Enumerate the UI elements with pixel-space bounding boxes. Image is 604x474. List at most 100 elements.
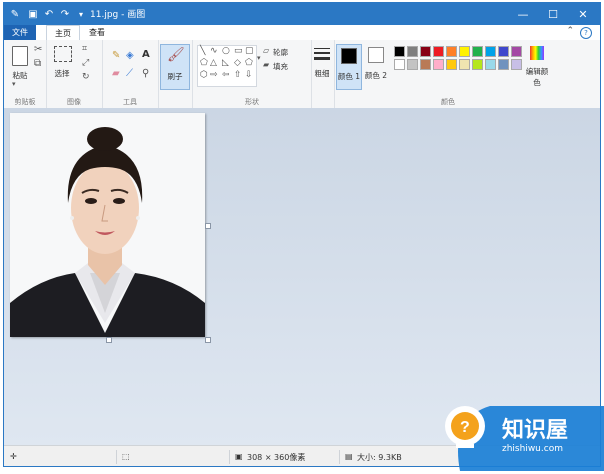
- tab-file[interactable]: 文件: [4, 25, 36, 40]
- size-group: 粗细: [310, 40, 335, 108]
- color2-button[interactable]: 颜色 2: [364, 44, 388, 88]
- palette-swatch[interactable]: [472, 46, 483, 57]
- size-button[interactable]: 粗细: [310, 68, 334, 79]
- image-group-label: 图像: [67, 98, 81, 106]
- color-picker-icon[interactable]: ⟋: [126, 68, 133, 79]
- palette-swatch[interactable]: [420, 46, 431, 57]
- image-canvas[interactable]: [10, 113, 205, 337]
- arrow-up-icon[interactable]: ⇧: [234, 70, 242, 80]
- color1-button[interactable]: 颜色 1: [336, 44, 362, 90]
- color1-swatch: [341, 48, 357, 64]
- rotate-icon[interactable]: ↻: [82, 72, 90, 82]
- select-icon[interactable]: [54, 46, 72, 62]
- status-separator: [339, 450, 340, 464]
- collapse-ribbon-icon[interactable]: ⌃: [566, 26, 574, 36]
- edit-colors-button[interactable]: 编辑颜色: [524, 66, 550, 88]
- cut-icon[interactable]: ✂: [34, 44, 42, 55]
- magnifier-icon[interactable]: ⚲: [142, 68, 149, 79]
- palette-swatch[interactable]: [459, 59, 470, 70]
- tools-group-label: 工具: [123, 98, 137, 106]
- palette-swatch[interactable]: [433, 46, 444, 57]
- image-dimensions: 308 × 360像素: [247, 453, 306, 462]
- resize-handle-corner[interactable]: [205, 337, 211, 343]
- palette-swatch[interactable]: [511, 46, 522, 57]
- palette-swatch[interactable]: [446, 46, 457, 57]
- polygon-shape-icon[interactable]: ⬠: [200, 58, 208, 68]
- watermark-name: 知识屋: [502, 418, 569, 443]
- triangle-shape-icon[interactable]: △: [210, 58, 217, 68]
- brushes-label: 刷子: [167, 72, 183, 81]
- status-separator: [229, 450, 230, 464]
- palette-swatch[interactable]: [394, 46, 405, 57]
- palette-swatch[interactable]: [446, 59, 457, 70]
- selection-size-icon: ⬚: [122, 452, 130, 461]
- palette-swatch[interactable]: [394, 59, 405, 70]
- resize-handle-right[interactable]: [205, 223, 211, 229]
- brushes-button[interactable]: 🖌 刷子: [160, 44, 190, 90]
- palette-swatch[interactable]: [472, 59, 483, 70]
- crop-icon[interactable]: ⌗: [82, 44, 87, 54]
- palette-swatch[interactable]: [498, 59, 509, 70]
- right-triangle-icon[interactable]: ◺: [222, 58, 229, 68]
- palette-swatch[interactable]: [459, 46, 470, 57]
- fill-button[interactable]: 填充: [273, 61, 288, 72]
- tab-home[interactable]: 主页: [46, 25, 80, 41]
- undo-icon[interactable]: ↶: [42, 6, 56, 22]
- size-line-thick: [314, 57, 330, 60]
- shapes-gallery[interactable]: ╲ ∿ ○ ▭ ▢ ⬠ △ ◺ ◇ ⬠ ⬡ ⇨ ⇦ ⇧ ⇩: [197, 45, 257, 87]
- text-tool-icon[interactable]: A: [142, 49, 150, 60]
- rectangle-shape-icon[interactable]: ▭: [234, 46, 243, 56]
- eraser-icon[interactable]: ▰: [112, 68, 120, 79]
- clipboard-group-label: 剪贴板: [14, 98, 36, 106]
- palette-swatch[interactable]: [485, 59, 496, 70]
- image-size-icon: ▣: [235, 452, 243, 461]
- hexagon-shape-icon[interactable]: ⬡: [200, 70, 208, 80]
- diamond-shape-icon[interactable]: ◇: [234, 58, 241, 68]
- help-icon[interactable]: ?: [580, 27, 592, 39]
- select-button[interactable]: 选择: [52, 68, 72, 79]
- paste-dropdown-icon[interactable]: ▾: [12, 80, 16, 88]
- resize-handle-bottom[interactable]: [106, 337, 112, 343]
- line-shape-icon[interactable]: ╲: [200, 46, 205, 56]
- palette-swatch[interactable]: [420, 59, 431, 70]
- paste-icon[interactable]: [12, 46, 28, 66]
- copy-icon[interactable]: ⧉: [34, 58, 41, 69]
- outline-button[interactable]: 轮廓: [273, 47, 288, 58]
- palette-swatch[interactable]: [407, 59, 418, 70]
- edit-colors-icon[interactable]: [530, 46, 544, 60]
- oval-shape-icon[interactable]: ○: [222, 46, 230, 56]
- pencil-icon[interactable]: ✎: [112, 50, 120, 61]
- shapes-group: ╲ ∿ ○ ▭ ▢ ⬠ △ ◺ ◇ ⬠ ⬡ ⇨ ⇦ ⇧ ⇩ ▾ ▱ 轮廓 ▰ 填…: [192, 40, 312, 108]
- arrow-right-icon[interactable]: ⇨: [210, 70, 218, 80]
- title-bar: ✎ ▣ ↶ ↷ ▾ 11.jpg - 画图 — ☐ ✕: [4, 3, 600, 25]
- palette-swatch[interactable]: [511, 59, 522, 70]
- arrow-left-icon[interactable]: ⇦: [222, 70, 230, 80]
- rounded-rect-icon[interactable]: ▢: [245, 46, 254, 56]
- shapes-scroll-icon[interactable]: ▾: [257, 54, 261, 62]
- customize-icon[interactable]: ▾: [74, 6, 88, 22]
- tab-view[interactable]: 查看: [81, 25, 113, 40]
- arrow-down-icon[interactable]: ⇩: [245, 70, 253, 80]
- palette-swatch[interactable]: [485, 46, 496, 57]
- pentagon-shape-icon[interactable]: ⬠: [245, 58, 253, 68]
- clipboard-group: 粘贴 ▾ ✂ ⧉ 剪贴板: [4, 40, 47, 108]
- redo-icon[interactable]: ↷: [58, 6, 72, 22]
- colors-group-label: 颜色: [441, 98, 455, 106]
- resize-icon[interactable]: ⤢: [82, 58, 89, 68]
- maximize-button[interactable]: ☐: [538, 3, 568, 25]
- canvas-area[interactable]: [4, 108, 600, 445]
- app-icon[interactable]: ✎: [8, 6, 22, 22]
- brush-icon: 🖌: [167, 47, 185, 63]
- watermark-url: zhishiwu.com: [502, 444, 563, 454]
- minimize-button[interactable]: —: [508, 3, 538, 25]
- curve-shape-icon[interactable]: ∿: [210, 46, 218, 56]
- svg-text:?: ?: [460, 419, 470, 436]
- palette-swatch[interactable]: [407, 46, 418, 57]
- save-icon[interactable]: ▣: [26, 6, 40, 22]
- palette-swatch[interactable]: [498, 46, 509, 57]
- close-button[interactable]: ✕: [568, 3, 598, 25]
- size-line-medium: [314, 52, 330, 54]
- palette-swatch[interactable]: [433, 59, 444, 70]
- fill-icon[interactable]: ◈: [126, 50, 134, 61]
- outline-icon: ▱: [263, 46, 270, 55]
